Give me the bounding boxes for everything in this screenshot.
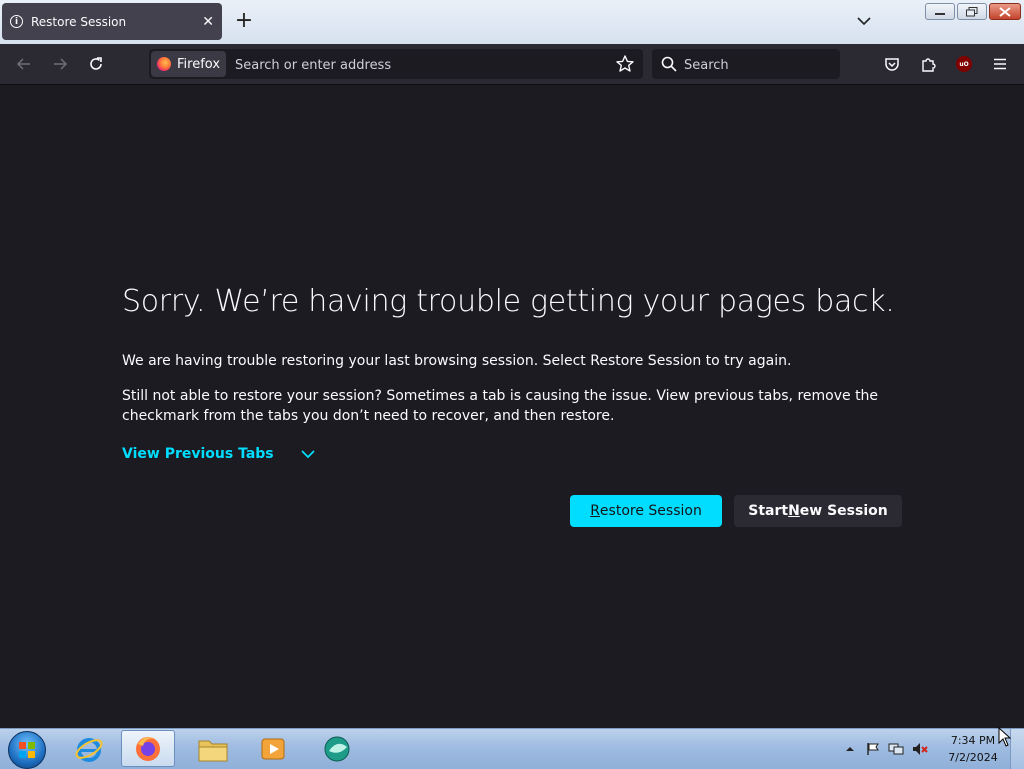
reload-icon (90, 57, 102, 70)
restore-session-page: Sorry. We’re having trouble getting your… (0, 85, 1024, 728)
network-icon[interactable] (888, 742, 904, 756)
reload-button[interactable] (84, 52, 108, 76)
info-icon: i (10, 15, 23, 28)
show-desktop-button[interactable] (1010, 729, 1024, 769)
volume-muted-icon[interactable] (912, 742, 928, 756)
taskbar-firefox[interactable] (121, 730, 175, 767)
bookmark-star-button[interactable] (615, 54, 635, 74)
pocket-icon (885, 58, 899, 71)
restore-session-label: estore Session (599, 503, 702, 519)
show-hidden-icons-icon[interactable] (844, 743, 856, 755)
restore-window-button[interactable] (957, 3, 987, 20)
tab-strip: i Restore Session ✕ + (0, 0, 1024, 44)
close-tab-icon[interactable]: ✕ (202, 14, 214, 30)
app-menu-button[interactable] (988, 52, 1012, 76)
windows-taskbar: 7:34 PM 7/2/2024 (0, 728, 1024, 769)
mouse-cursor-icon (998, 727, 1012, 747)
start-button[interactable] (8, 731, 46, 769)
firefox-logo-icon (157, 57, 171, 71)
minimize-button[interactable] (925, 3, 955, 20)
action-center-flag-icon[interactable] (866, 742, 880, 756)
search-input[interactable] (682, 49, 836, 81)
ublock-origin-button[interactable]: uO (952, 52, 976, 76)
app-icon (324, 736, 350, 761)
view-previous-tabs-label: View Previous Tabs (122, 446, 274, 462)
identity-box[interactable]: Firefox (151, 51, 227, 77)
back-button[interactable] (12, 52, 36, 76)
access-key: R (590, 503, 600, 519)
description-text: We are having trouble restoring your las… (122, 353, 792, 369)
windows-logo-icon (19, 742, 35, 758)
start-new-session-label-rest: ew Session (799, 503, 888, 519)
taskbar-media-player[interactable] (246, 730, 300, 767)
taskbar-internet-explorer[interactable] (62, 730, 116, 767)
new-tab-button[interactable]: + (232, 9, 256, 33)
list-all-tabs-button[interactable] (852, 10, 876, 34)
chevron-down-icon (857, 17, 871, 26)
star-icon (616, 55, 634, 72)
media-player-icon (261, 738, 285, 759)
taskbar-file-explorer[interactable] (186, 730, 240, 767)
tab-restore-session[interactable]: i Restore Session ✕ (2, 3, 222, 40)
page-title: Sorry. We’re having trouble getting your… (122, 284, 895, 319)
help-text: Still not able to restore your session? … (122, 388, 879, 424)
forward-arrow-icon (54, 58, 68, 70)
chevron-down-icon (300, 450, 315, 459)
start-new-session-button[interactable]: Start New Session (734, 495, 902, 527)
internet-explorer-icon (75, 737, 103, 762)
restore-session-button[interactable]: Restore Session (570, 495, 722, 527)
url-bar[interactable]: Firefox (149, 49, 643, 81)
pocket-button[interactable] (880, 52, 904, 76)
ublock-origin-icon: uO (956, 56, 972, 72)
address-input[interactable] (233, 49, 607, 81)
minimize-icon (935, 12, 945, 15)
restore-window-icon (966, 6, 978, 16)
folder-icon (198, 740, 228, 761)
back-arrow-icon (16, 58, 30, 70)
hamburger-menu-icon (994, 58, 1006, 70)
close-icon (999, 6, 1011, 17)
extensions-button[interactable] (916, 52, 940, 76)
system-tray (844, 729, 928, 769)
identity-label: Firefox (177, 56, 221, 72)
search-icon (661, 56, 677, 72)
taskbar-app[interactable] (310, 730, 364, 767)
firefox-icon (136, 736, 160, 761)
access-key: N (788, 503, 800, 519)
close-window-button[interactable] (989, 3, 1021, 20)
tab-title: Restore Session (31, 14, 127, 29)
start-new-session-label: Start (748, 503, 789, 519)
search-bar[interactable] (652, 49, 840, 81)
puzzle-piece-icon (922, 58, 936, 72)
view-previous-tabs-toggle[interactable]: View Previous Tabs (122, 446, 316, 462)
navigation-toolbar: Firefox uO (0, 44, 1024, 85)
forward-button[interactable] (48, 52, 72, 76)
clock-date: 7/2/2024 (948, 751, 998, 764)
